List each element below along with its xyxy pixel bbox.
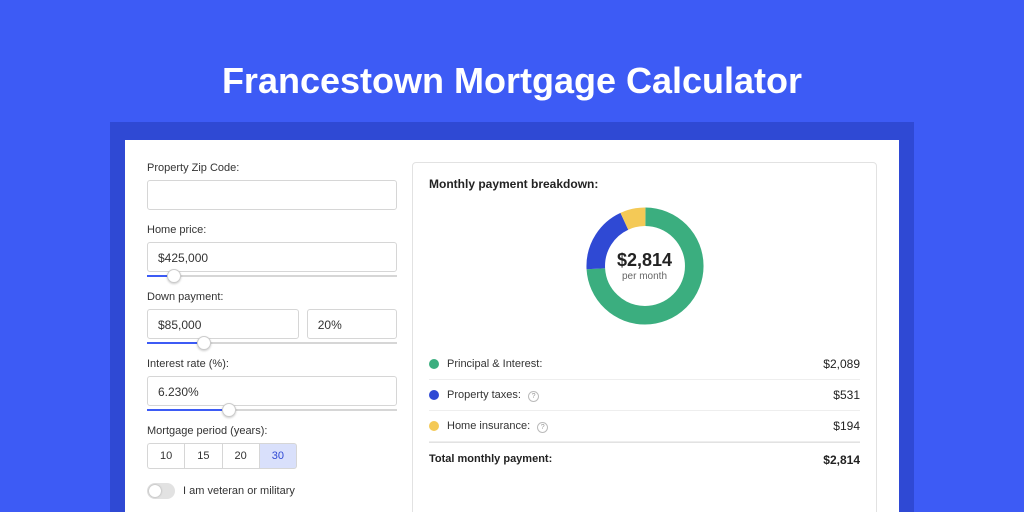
legend-value: $194 <box>833 419 860 433</box>
donut-center: $2,814 per month <box>580 201 710 331</box>
down-payment-slider[interactable] <box>147 342 397 344</box>
interest-rate-group: Interest rate (%): 6.230% <box>147 358 397 411</box>
donut-chart: $2,814 per month <box>580 201 710 331</box>
down-payment-label: Down payment: <box>147 291 397 303</box>
period-tab-20[interactable]: 20 <box>222 443 259 469</box>
donut-sub: per month <box>622 271 667 282</box>
dark-band: Property Zip Code: Home price: $425,000 … <box>110 122 914 512</box>
veteran-toggle[interactable] <box>147 483 175 499</box>
total-row: Total monthly payment: $2,814 <box>429 442 860 477</box>
legend-row-insurance: Home insurance: ? $194 <box>429 411 860 442</box>
help-icon[interactable]: ? <box>528 391 539 402</box>
zip-input[interactable] <box>147 180 397 210</box>
veteran-row: I am veteran or military <box>147 483 397 499</box>
dot-icon <box>429 421 439 431</box>
form-column: Property Zip Code: Home price: $425,000 … <box>147 162 397 512</box>
down-payment-pct-input[interactable]: 20% <box>307 309 397 339</box>
period-group: Mortgage period (years): 10 15 20 30 <box>147 425 397 469</box>
home-price-input[interactable]: $425,000 <box>147 242 397 272</box>
period-label: Mortgage period (years): <box>147 425 397 437</box>
interest-rate-slider[interactable] <box>147 409 397 411</box>
total-value: $2,814 <box>823 453 860 467</box>
page: Francestown Mortgage Calculator Property… <box>0 0 1024 512</box>
slider-thumb[interactable] <box>197 336 211 350</box>
breakdown-panel: Monthly payment breakdown: $2,814 per mo… <box>412 162 877 512</box>
period-tab-15[interactable]: 15 <box>184 443 221 469</box>
home-price-slider[interactable] <box>147 275 397 277</box>
period-tabs: 10 15 20 30 <box>147 443 397 469</box>
slider-thumb[interactable] <box>222 403 236 417</box>
donut-amount: $2,814 <box>617 250 672 271</box>
period-tab-30[interactable]: 30 <box>259 443 297 469</box>
veteran-label: I am veteran or military <box>183 485 295 497</box>
slider-thumb[interactable] <box>167 269 181 283</box>
period-tab-10[interactable]: 10 <box>147 443 184 469</box>
interest-rate-label: Interest rate (%): <box>147 358 397 370</box>
down-payment-group: Down payment: $85,000 20% <box>147 291 397 344</box>
legend-label: Property taxes: ? <box>447 389 833 402</box>
zip-group: Property Zip Code: <box>147 162 397 210</box>
breakdown-title: Monthly payment breakdown: <box>429 177 860 191</box>
legend-row-taxes: Property taxes: ? $531 <box>429 380 860 411</box>
total-label: Total monthly payment: <box>429 453 823 467</box>
zip-label: Property Zip Code: <box>147 162 397 174</box>
donut-wrap: $2,814 per month <box>429 201 860 331</box>
dot-icon <box>429 359 439 369</box>
down-payment-input[interactable]: $85,000 <box>147 309 299 339</box>
home-price-group: Home price: $425,000 <box>147 224 397 277</box>
legend-row-principal: Principal & Interest: $2,089 <box>429 349 860 380</box>
right-column: Monthly payment breakdown: $2,814 per mo… <box>397 162 877 512</box>
calculator-card: Property Zip Code: Home price: $425,000 … <box>125 140 899 512</box>
page-title: Francestown Mortgage Calculator <box>0 0 1024 122</box>
home-price-label: Home price: <box>147 224 397 236</box>
interest-rate-input[interactable]: 6.230% <box>147 376 397 406</box>
dot-icon <box>429 390 439 400</box>
legend-value: $531 <box>833 388 860 402</box>
help-icon[interactable]: ? <box>537 422 548 433</box>
legend-label: Home insurance: ? <box>447 420 833 433</box>
legend-label: Principal & Interest: <box>447 358 823 370</box>
legend-value: $2,089 <box>823 357 860 371</box>
